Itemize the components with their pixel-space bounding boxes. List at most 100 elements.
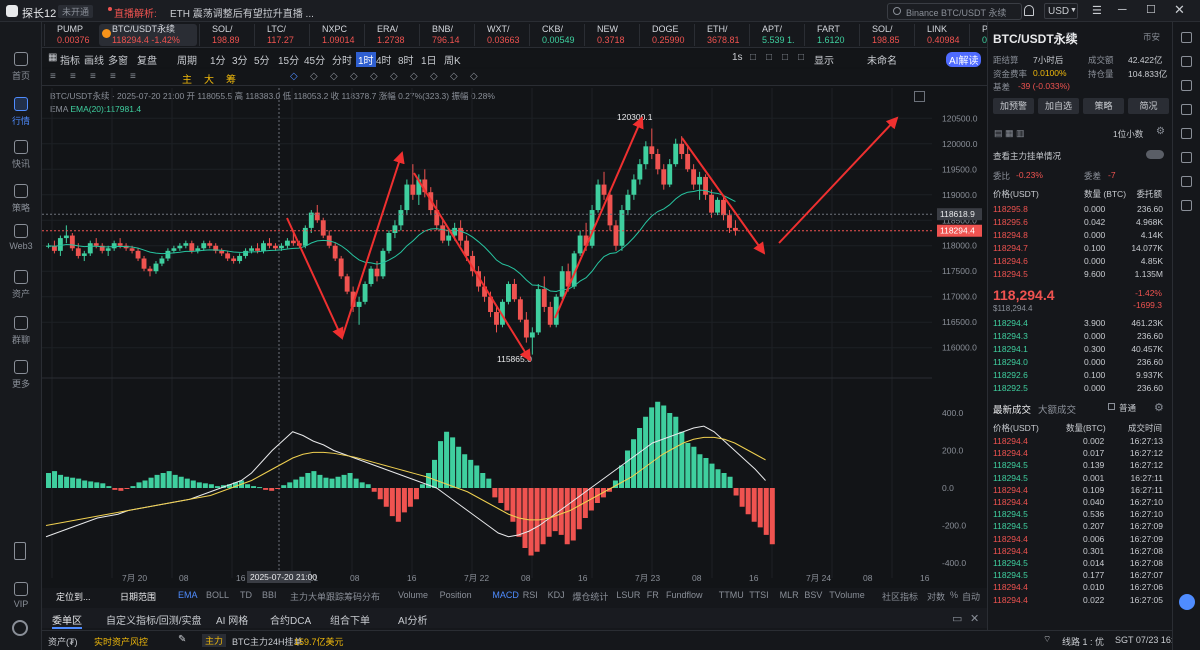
ticker-tab[interactable]: PUMP0.00376 <box>969 24 987 46</box>
settings-icon[interactable]: □ <box>798 52 804 63</box>
bid-row[interactable]: 118294.4 3.900 461.23K <box>988 318 1173 329</box>
orderbook-icon[interactable] <box>1181 56 1192 67</box>
asset-label[interactable]: 资产(₮) <box>48 635 78 648</box>
indicator-tab[interactable]: Fundflow <box>666 590 703 600</box>
chart-area[interactable]: BTC/USDT永续 · 2025-07-20 21:00 开 118055.5… <box>42 88 987 588</box>
toolbar-item[interactable]: 多窗 <box>108 52 128 67</box>
select-icon[interactable]: ◇ <box>290 71 298 82</box>
panel-action-button[interactable]: 策略 <box>1083 98 1124 114</box>
sidebar-item-wallet[interactable]: 资产 <box>0 270 42 300</box>
minimize-icon[interactable]: ─ <box>1118 2 1127 16</box>
bid-row[interactable]: 118294.3 0.000 236.60 <box>988 331 1173 342</box>
large-trades-tab[interactable]: 大额成交 <box>1038 402 1076 416</box>
date-range-button[interactable]: 日期范围 <box>120 590 156 603</box>
gear-icon[interactable]: ⚙ <box>1156 126 1165 137</box>
toolbar-item[interactable]: 1时 <box>356 52 376 67</box>
indicator-tab[interactable]: Position <box>440 590 472 600</box>
panel-action-button[interactable]: 简况 <box>1128 98 1169 114</box>
fib-icon[interactable]: ≡ <box>50 71 56 82</box>
toolbar-right-item[interactable]: 1s <box>732 52 743 63</box>
ticker-tab[interactable]: SOL/198.85 <box>859 24 912 46</box>
indicator-tab[interactable]: BBI <box>262 590 277 600</box>
sidebar-item-vip[interactable]: VIP <box>0 582 42 609</box>
news-label[interactable]: 直播解析: <box>114 5 157 20</box>
latest-trades-tab[interactable]: 最新成交 <box>993 402 1031 416</box>
bottom-tab[interactable]: 合约DCA <box>270 612 311 627</box>
line-status[interactable]: 线路 1 : 优 <box>1062 635 1104 648</box>
toolbar-item[interactable]: 3分 <box>232 52 248 67</box>
indicator-tab[interactable]: TTMU <box>719 590 744 600</box>
toolbar2-item[interactable]: 筹 <box>226 71 236 86</box>
ticker-tab[interactable]: SOL/198.89 <box>199 24 252 46</box>
ticker-tab[interactable]: ETH/3678.81 <box>694 24 747 46</box>
calc-icon[interactable] <box>1181 200 1192 211</box>
indicator-tab[interactable]: TVolume <box>829 590 865 600</box>
toolbar-item[interactable]: 画线 <box>84 52 104 67</box>
toolbar-item[interactable]: 周K <box>444 52 461 67</box>
close-panel-icon[interactable]: ✕ <box>970 612 979 625</box>
bottom-tab[interactable]: 委单区 <box>52 612 82 629</box>
ticker-tab[interactable]: BNB/796.14 <box>419 24 472 46</box>
whale-orders-link[interactable]: 查看主力挂单情况 <box>993 150 1061 162</box>
decimal-select[interactable]: 1位小数 <box>1113 128 1143 140</box>
toolbar2-item[interactable]: 大 <box>204 71 214 86</box>
bottom-tab[interactable]: 组合下单 <box>330 612 370 627</box>
chart-option[interactable]: % <box>950 590 958 600</box>
locate-button[interactable]: 定位到... <box>56 590 91 603</box>
ticker-tab[interactable]: FART 1.6120 <box>804 24 857 46</box>
fullscreen-icon[interactable]: □ <box>782 52 788 63</box>
toolbar-item[interactable]: 15分 <box>278 52 299 67</box>
bottom-tab[interactable]: 自定义指标/回测/实盘 <box>106 612 202 627</box>
sidebar-item-home[interactable]: 首页 <box>0 52 42 82</box>
sidebar-item-chat[interactable]: 群聊 <box>0 316 42 346</box>
ask-row[interactable]: 118294.8 0.000 4.14K <box>988 230 1173 241</box>
hline-icon[interactable]: ≡ <box>90 71 96 82</box>
ticker-tab[interactable]: PUMP0.00376 <box>44 24 97 46</box>
search-input[interactable]: Binance BTC/USDT 永续 <box>887 3 1022 20</box>
arrow-icon[interactable]: ≡ <box>110 71 116 82</box>
ticker-tab[interactable]: DOGE 0.25990 <box>639 24 692 46</box>
toolbar-item[interactable]: 45分 <box>304 52 325 67</box>
sidebar-item-robot[interactable]: 策略 <box>0 184 42 214</box>
risk-control-link[interactable]: 实时资产风控 <box>94 635 148 648</box>
clock-icon[interactable]: ◇ <box>370 71 378 82</box>
toolbar-right-item[interactable]: AI解读 <box>946 52 982 67</box>
toolbar-item[interactable]: 复盘 <box>137 52 157 67</box>
toolbar-right-item[interactable]: 未命名 <box>867 52 897 67</box>
ask-row[interactable]: 118294.7 0.100 14.077K <box>988 243 1173 254</box>
info-icon[interactable] <box>1181 128 1192 139</box>
toolbar-item[interactable]: 指标 <box>60 52 80 67</box>
measure-icon[interactable]: ◇ <box>350 71 358 82</box>
toolbar-item[interactable]: 8时 <box>398 52 414 67</box>
indicator-tab[interactable]: 爆仓统计 <box>572 590 608 603</box>
ticker-tab[interactable]: APT/5.539 1. <box>749 24 802 46</box>
toolbar2-item[interactable]: 主 <box>182 71 192 86</box>
toolbar-item[interactable]: 周期 <box>177 52 197 67</box>
whale-toggle[interactable] <box>1146 150 1164 159</box>
trend-arrow[interactable] <box>681 137 766 255</box>
indicator-tab[interactable]: LSUR <box>616 590 640 600</box>
magnet-icon[interactable]: ◇ <box>430 71 438 82</box>
maximize-icon[interactable]: ☐ <box>1146 3 1156 16</box>
panel-action-button[interactable]: 加自选 <box>1038 98 1079 114</box>
indicator-tab[interactable]: TTSI <box>749 590 769 600</box>
ticker-tab[interactable]: NEW 0.3718 <box>584 24 637 46</box>
support-icon[interactable] <box>1179 594 1195 610</box>
ticker-tab[interactable]: CKB/0.00549 <box>529 24 582 46</box>
toolbar-item[interactable]: 1分 <box>210 52 226 67</box>
depth-icon[interactable] <box>1181 80 1192 91</box>
trend-arrow[interactable] <box>286 217 344 340</box>
ticker-tab[interactable]: LINK 0.40984 <box>914 24 967 46</box>
panel-toggle-icon[interactable] <box>1181 32 1192 43</box>
bid-row[interactable]: 118292.5 0.000 236.60 <box>988 383 1173 394</box>
indicator-tab[interactable]: TD <box>240 590 252 600</box>
chart-option[interactable]: 对数 <box>927 590 945 603</box>
pen-icon[interactable]: ◇ <box>330 71 338 82</box>
ask-row[interactable]: 118295.8 0.000 236.60 <box>988 204 1173 215</box>
trend-arrow[interactable] <box>778 116 899 244</box>
brush-icon[interactable]: ◇ <box>310 71 318 82</box>
lock-icon[interactable]: ◇ <box>410 71 418 82</box>
indicator-tab[interactable]: KDJ <box>548 590 565 600</box>
text-icon[interactable]: ≡ <box>130 71 136 82</box>
trend-arrow[interactable] <box>554 116 644 319</box>
